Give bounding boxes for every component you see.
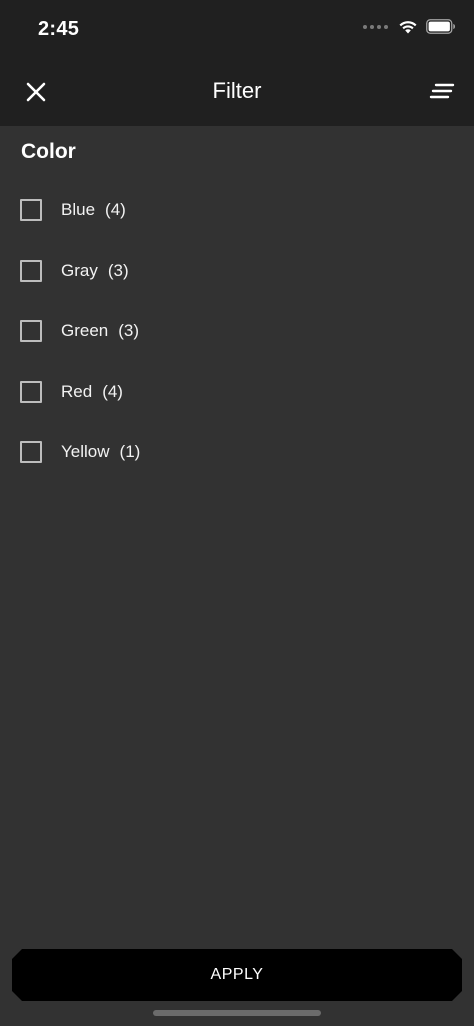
option-count: (3) (107, 260, 129, 280)
filter-screen: 2:45 Filter Color Blue (4) Gray (3) Gree… (0, 0, 474, 1026)
home-indicator[interactable] (153, 1010, 321, 1016)
sort-lines-icon (429, 83, 455, 99)
option-label: Red (4) (61, 382, 123, 402)
option-item-blue[interactable]: Blue (4) (0, 180, 474, 241)
section-title-color: Color (21, 140, 76, 163)
option-name: Gray (61, 260, 98, 280)
option-count: (3) (118, 321, 140, 341)
checkbox[interactable] (20, 259, 42, 282)
option-item-red[interactable]: Red (4) (0, 362, 474, 423)
option-label: Yellow (1) (61, 442, 140, 462)
checkbox[interactable] (20, 320, 42, 343)
option-name: Red (61, 381, 93, 401)
wifi-icon (399, 21, 417, 34)
apply-button[interactable]: APPLY (12, 949, 462, 1001)
option-name: Yellow (61, 442, 110, 462)
option-count: (1) (119, 442, 141, 462)
checkbox[interactable] (20, 199, 42, 222)
option-item-yellow[interactable]: Yellow (1) (0, 422, 474, 483)
option-count: (4) (102, 381, 123, 401)
option-label: Gray (3) (61, 261, 129, 281)
option-label: Green (3) (61, 321, 139, 341)
option-count: (4) (105, 200, 126, 220)
option-item-gray[interactable]: Gray (3) (0, 241, 474, 302)
sort-button[interactable] (428, 80, 456, 104)
option-label: Blue (4) (61, 200, 126, 220)
status-icons (363, 19, 456, 34)
signal-dots-icon (363, 24, 388, 29)
color-option-list: Blue (4) Gray (3) Green (3) Red (4) Yellow (1… (0, 180, 474, 483)
checkbox[interactable] (20, 441, 42, 464)
page-title: Filter (212, 78, 262, 103)
option-name: Blue (61, 200, 96, 220)
battery-icon (426, 19, 455, 34)
option-item-green[interactable]: Green (3) (0, 301, 474, 362)
status-bar: 2:45 (0, 0, 474, 58)
nav-bar: Filter (0, 58, 474, 126)
status-time: 2:45 (38, 18, 80, 40)
option-name: Green (61, 321, 109, 341)
checkbox[interactable] (20, 380, 42, 403)
